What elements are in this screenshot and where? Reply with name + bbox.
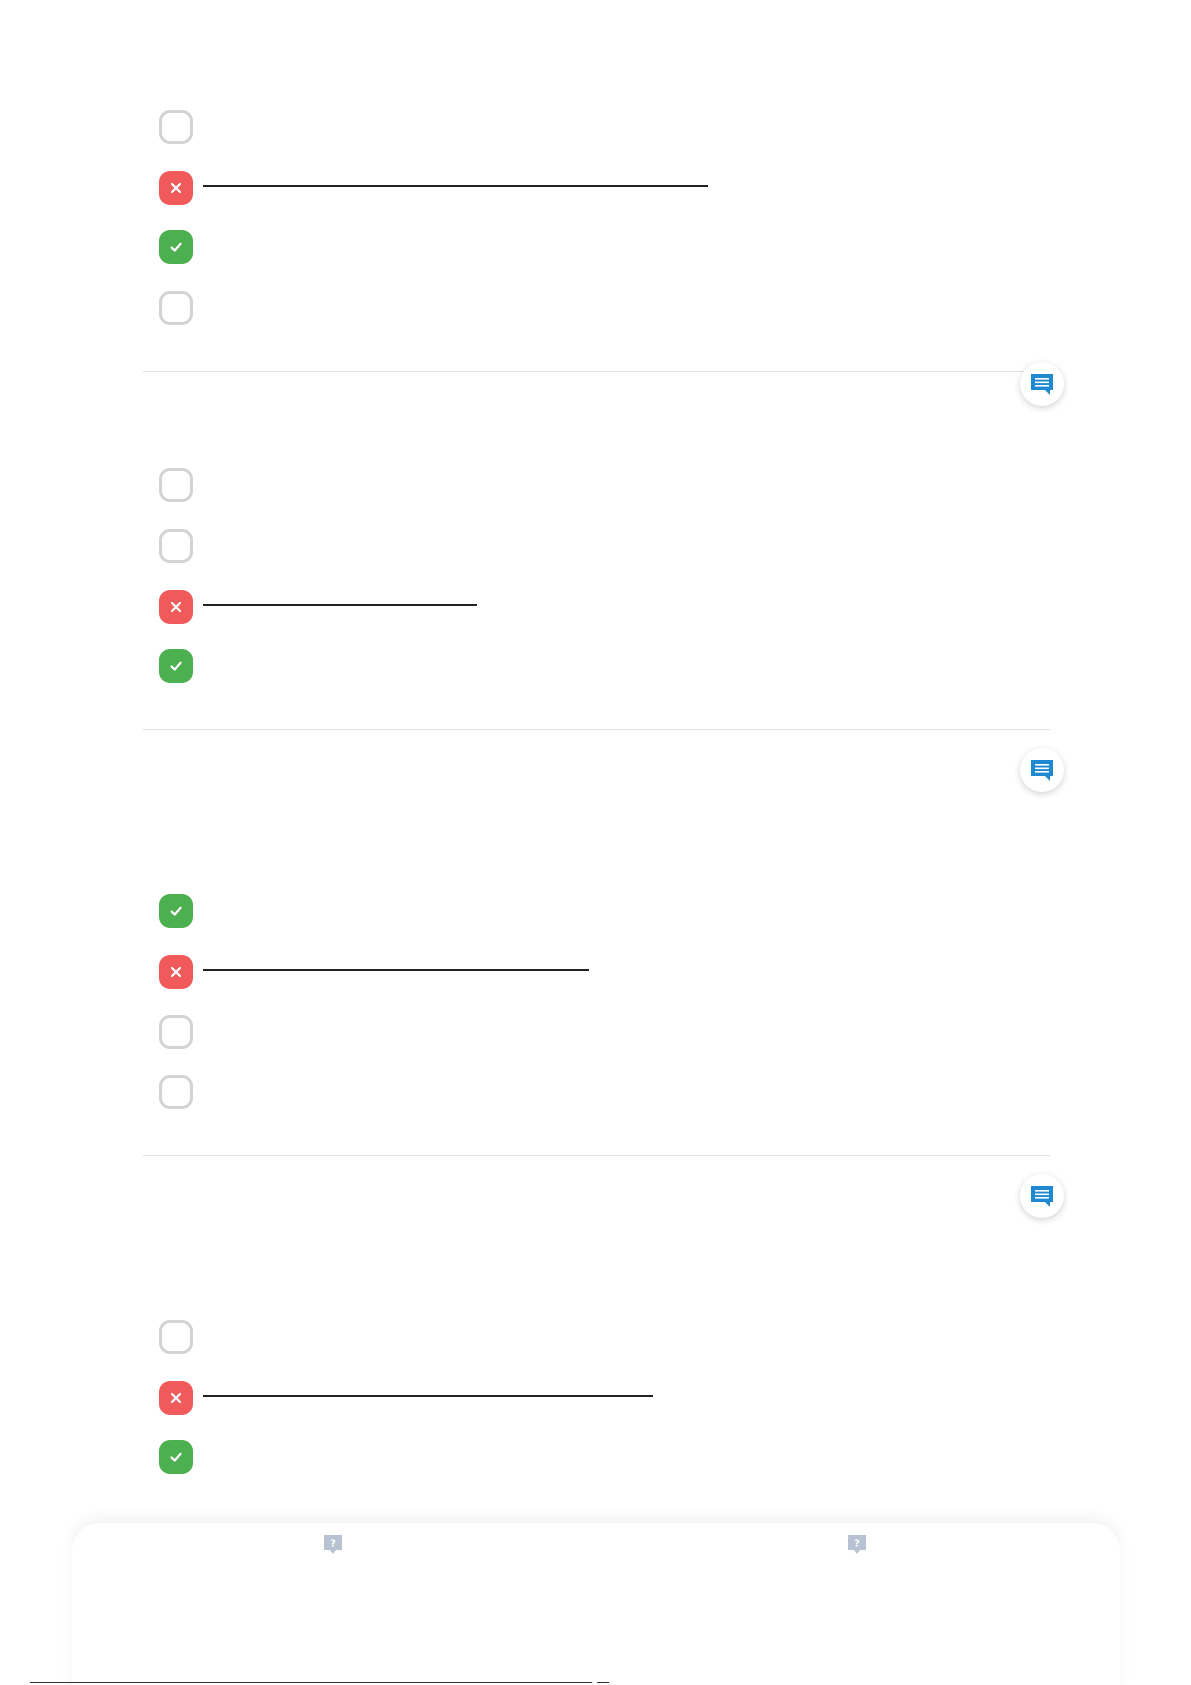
comment-button[interactable] — [1020, 1174, 1064, 1218]
option-empty[interactable] — [159, 1075, 193, 1109]
strikethrough-line — [203, 1395, 653, 1397]
comment-icon — [1031, 1186, 1053, 1207]
option-wrong[interactable] — [159, 955, 193, 989]
help-button[interactable]: ? — [322, 1533, 344, 1557]
x-icon — [170, 601, 182, 613]
footer-rule — [30, 1682, 592, 1683]
option-correct[interactable] — [159, 894, 193, 928]
help-button[interactable]: ? — [846, 1533, 868, 1557]
option-wrong[interactable] — [159, 1381, 193, 1415]
bottom-panel — [72, 1523, 1120, 1685]
comment-icon — [1031, 374, 1053, 395]
question-divider — [143, 371, 1050, 372]
strikethrough-line — [203, 604, 477, 606]
x-icon — [170, 966, 182, 978]
option-correct[interactable] — [159, 649, 193, 683]
question-divider — [143, 729, 1050, 730]
check-icon — [170, 906, 182, 916]
check-icon — [170, 242, 182, 252]
option-empty[interactable] — [159, 1320, 193, 1354]
option-empty[interactable] — [159, 468, 193, 502]
svg-text:?: ? — [854, 1539, 860, 1550]
option-empty[interactable] — [159, 1015, 193, 1049]
option-correct[interactable] — [159, 1440, 193, 1474]
footer-rule-short — [597, 1682, 609, 1683]
option-wrong[interactable] — [159, 171, 193, 205]
check-icon — [170, 661, 182, 671]
help-bubble-icon: ? — [848, 1535, 866, 1554]
x-icon — [170, 1392, 182, 1404]
comment-icon — [1031, 760, 1053, 781]
strikethrough-line — [203, 969, 589, 971]
x-icon — [170, 182, 182, 194]
comment-button[interactable] — [1020, 748, 1064, 792]
check-icon — [170, 1452, 182, 1462]
comment-button[interactable] — [1020, 362, 1064, 406]
svg-text:?: ? — [330, 1539, 336, 1550]
quiz-review-page: ? ? — [0, 0, 1191, 1685]
help-bubble-icon: ? — [324, 1535, 342, 1554]
question-divider — [143, 1155, 1050, 1156]
option-empty[interactable] — [159, 291, 193, 325]
option-wrong[interactable] — [159, 590, 193, 624]
option-empty[interactable] — [159, 529, 193, 563]
option-empty[interactable] — [159, 110, 193, 144]
strikethrough-line — [203, 185, 708, 187]
option-correct[interactable] — [159, 230, 193, 264]
